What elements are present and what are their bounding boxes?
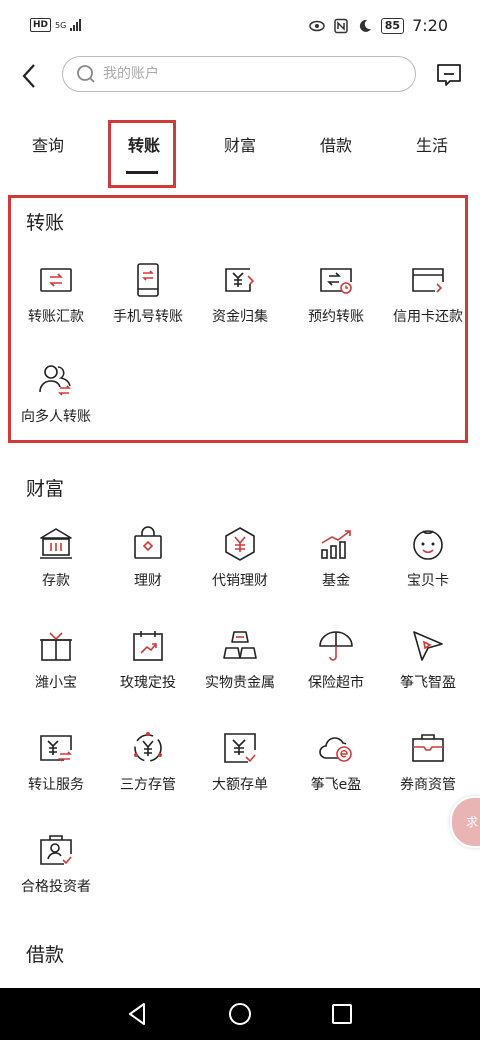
baby-face-icon — [413, 530, 443, 560]
item-label: 资金归集 — [212, 309, 268, 325]
search-icon — [77, 65, 95, 83]
network-type: 5G — [55, 20, 67, 30]
item-label: 合格投资者 — [21, 879, 91, 895]
nav-home-icon[interactable] — [226, 1000, 254, 1028]
tab-life[interactable]: 生活 — [384, 112, 480, 192]
item-fund[interactable]: 基金 — [288, 526, 384, 616]
item-precious-metal[interactable]: 实物贵金属 — [192, 628, 288, 718]
transfer-card-icon — [40, 268, 72, 292]
item-weixiaobao[interactable]: 潍小宝 — [8, 628, 104, 718]
item-label: 潍小宝 — [35, 675, 77, 691]
bar-chart-icon — [321, 530, 351, 559]
item-label: 大额存单 — [212, 777, 268, 793]
tab-highlight-box — [108, 120, 176, 188]
item-scheduled-transfer[interactable]: 预约转账 — [288, 262, 384, 352]
item-label: 玫瑰定投 — [120, 675, 176, 691]
umbrella-icon — [319, 631, 353, 661]
tab-loan[interactable]: 借款 — [288, 112, 384, 192]
status-bar: HD 5G 85 7:20 — [0, 0, 480, 50]
item-label: 存款 — [42, 573, 70, 589]
item-label: 预约转账 — [308, 309, 364, 325]
item-label: 券商资管 — [400, 777, 456, 793]
active-tab-indicator — [126, 171, 158, 174]
tab-wealth[interactable]: 财富 — [192, 112, 288, 192]
calendar-chart-icon — [133, 631, 163, 661]
battery-indicator: 85 — [380, 17, 405, 34]
nfc-icon — [334, 18, 348, 33]
item-label: 筝飞e盈 — [310, 777, 362, 793]
item-third-party-custody[interactable]: 三方存管 — [100, 730, 196, 820]
item-label: 手机号转账 — [113, 309, 183, 325]
item-label: 信用卡还款 — [393, 309, 463, 325]
tab-query[interactable]: 查询 — [0, 112, 96, 192]
briefcase-icon — [412, 734, 444, 762]
gold-bars-icon — [223, 631, 257, 659]
android-nav-bar — [0, 988, 480, 1040]
credit-card-icon — [412, 268, 444, 293]
investor-icon — [40, 835, 72, 865]
hd-indicator: HD — [30, 18, 52, 32]
item-label: 转让服务 — [28, 777, 84, 793]
cloud-e-icon — [319, 737, 352, 762]
item-label: 筝飞智盈 — [400, 675, 456, 691]
item-label: 理财 — [134, 573, 162, 589]
item-agency-wealth[interactable]: 代销理财 — [192, 526, 288, 616]
search-input[interactable] — [101, 65, 385, 83]
item-baby-card[interactable]: 宝贝卡 — [380, 526, 476, 616]
item-label: 实物贵金属 — [205, 675, 275, 691]
item-label: 代销理财 — [212, 573, 268, 589]
moon-icon — [359, 19, 371, 32]
item-label: 三方存管 — [120, 777, 176, 793]
nav-back-icon[interactable] — [124, 1000, 152, 1028]
item-label: 保险超市 — [308, 675, 364, 691]
item-zhengfei-zhiying[interactable]: 筝飞智盈 — [380, 628, 476, 718]
top-bar — [0, 50, 480, 102]
multi-person-icon — [39, 365, 71, 396]
nav-recents-icon[interactable] — [328, 1000, 356, 1028]
eye-icon — [309, 20, 325, 31]
yuan-transfer-icon — [40, 735, 72, 762]
message-icon[interactable] — [436, 62, 462, 88]
signal-icon — [70, 19, 82, 31]
search-box[interactable] — [62, 56, 416, 92]
scheduled-transfer-icon — [320, 268, 352, 294]
fund-collect-icon — [225, 268, 255, 292]
clock: 7:20 — [412, 16, 448, 35]
bank-icon — [40, 528, 72, 559]
section-title-wealth: 财富 — [26, 478, 65, 500]
item-zhengfei-eying[interactable]: 筝飞e盈 — [288, 730, 384, 820]
yuan-cycle-icon — [134, 732, 162, 762]
phone-transfer-icon — [137, 263, 159, 297]
section-title-transfer: 转账 — [26, 212, 65, 234]
item-label: 向多人转账 — [21, 409, 91, 425]
item-phone-transfer[interactable]: 手机号转账 — [100, 262, 196, 352]
item-deposit[interactable]: 存款 — [8, 526, 104, 616]
floating-help-button[interactable]: 求 — [450, 796, 480, 848]
item-label: 转账汇款 — [28, 309, 84, 325]
back-arrow-icon[interactable] — [18, 62, 42, 90]
item-large-deposit[interactable]: 大额存单 — [192, 730, 288, 820]
item-insurance-mall[interactable]: 保险超市 — [288, 628, 384, 718]
item-rose-invest[interactable]: 玫瑰定投 — [100, 628, 196, 718]
hexagon-yuan-icon — [225, 527, 255, 561]
item-label: 宝贝卡 — [407, 573, 449, 589]
kite-icon — [413, 631, 443, 661]
section-title-loan: 借款 — [26, 944, 65, 966]
item-transfer-service[interactable]: 转让服务 — [8, 730, 104, 820]
category-tabs: 查询 转账 财富 借款 生活 — [0, 112, 480, 192]
item-fund-collect[interactable]: 资金归集 — [192, 262, 288, 352]
large-deposit-icon — [224, 733, 256, 763]
item-qualified-investor[interactable]: 合格投资者 — [8, 832, 104, 922]
item-multi-transfer[interactable]: 向多人转账 — [8, 362, 104, 452]
item-transfer-remit[interactable]: 转账汇款 — [8, 262, 104, 352]
item-credit-card-repay[interactable]: 信用卡还款 — [380, 262, 476, 352]
item-wealth-manage[interactable]: 理财 — [100, 526, 196, 616]
bag-icon — [134, 526, 162, 559]
item-label: 基金 — [322, 573, 350, 589]
gift-box-icon — [40, 632, 72, 661]
